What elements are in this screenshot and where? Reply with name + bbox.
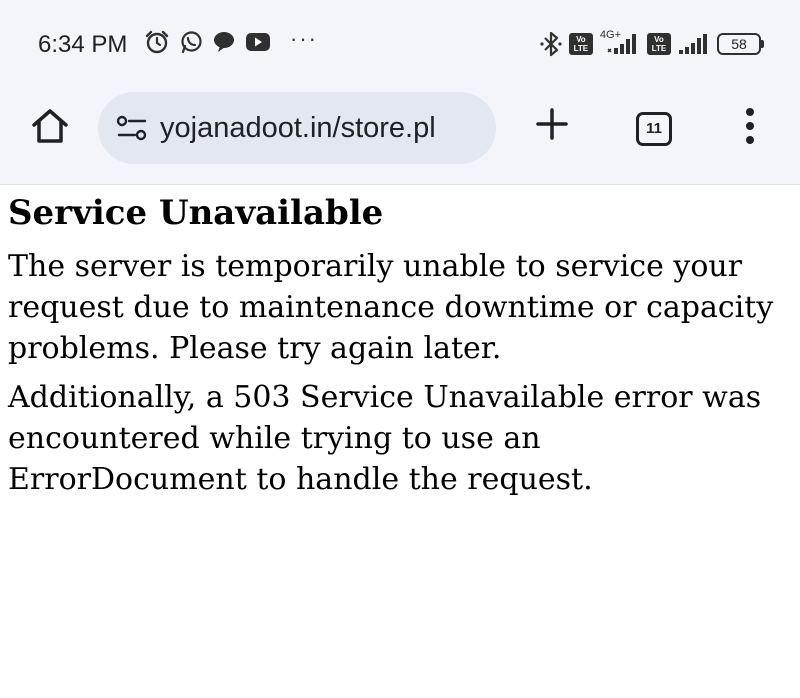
page-content: Service Unavailable The server is tempor… xyxy=(8,190,788,500)
error-additional-info: Additionally, a 503 Service Unavailable … xyxy=(8,380,762,497)
chat-bubble-icon xyxy=(212,30,236,54)
site-settings-icon[interactable] xyxy=(116,114,148,147)
lte-text: LTE xyxy=(573,44,589,53)
page-heading: Service Unavailable xyxy=(8,193,384,233)
system-status-icons: Vo LTE 4G+ Vo LTE 58 xyxy=(540,28,764,57)
alarm-icon xyxy=(144,29,170,55)
volte-badge-sim1: Vo LTE xyxy=(568,33,593,55)
home-icon xyxy=(30,107,70,150)
overflow-menu-button[interactable] xyxy=(730,105,770,151)
url-text[interactable]: yojanadoot.in/store.pl xyxy=(160,111,480,145)
whatsapp-icon xyxy=(179,30,203,54)
plus-icon xyxy=(535,107,569,146)
lte-text: LTE xyxy=(651,44,667,53)
volte-text: Vo xyxy=(576,35,586,44)
more-vert-icon xyxy=(744,106,756,151)
bluetooth-icon xyxy=(540,31,562,57)
battery-indicator: 58 xyxy=(717,33,764,55)
youtube-icon xyxy=(245,32,271,52)
new-tab-button[interactable] xyxy=(530,104,574,148)
volte-badge-sim2: Vo LTE xyxy=(647,33,671,55)
status-bar: 6:34 PM ··· Vo LTE 4G+ Vo LTE 58 xyxy=(0,0,800,80)
notification-icons: ··· xyxy=(144,26,318,55)
network-type-label: 4G+ xyxy=(599,28,621,41)
volte-text: Vo xyxy=(654,35,664,44)
status-time: 6:34 PM xyxy=(38,31,128,58)
more-notifications-indicator: ··· xyxy=(290,26,318,51)
address-bar[interactable]: yojanadoot.in/store.pl xyxy=(98,92,496,164)
battery-tip xyxy=(761,40,764,48)
tab-switcher-button[interactable]: 11 xyxy=(636,112,672,146)
signal-strength-icon-sim2 xyxy=(678,33,710,55)
battery-level: 58 xyxy=(717,33,761,55)
error-description: The server is temporarily unable to serv… xyxy=(8,249,774,366)
home-button[interactable] xyxy=(30,108,70,148)
browser-chrome: 6:34 PM ··· Vo LTE 4G+ Vo LTE 58 yojanad… xyxy=(0,0,800,185)
